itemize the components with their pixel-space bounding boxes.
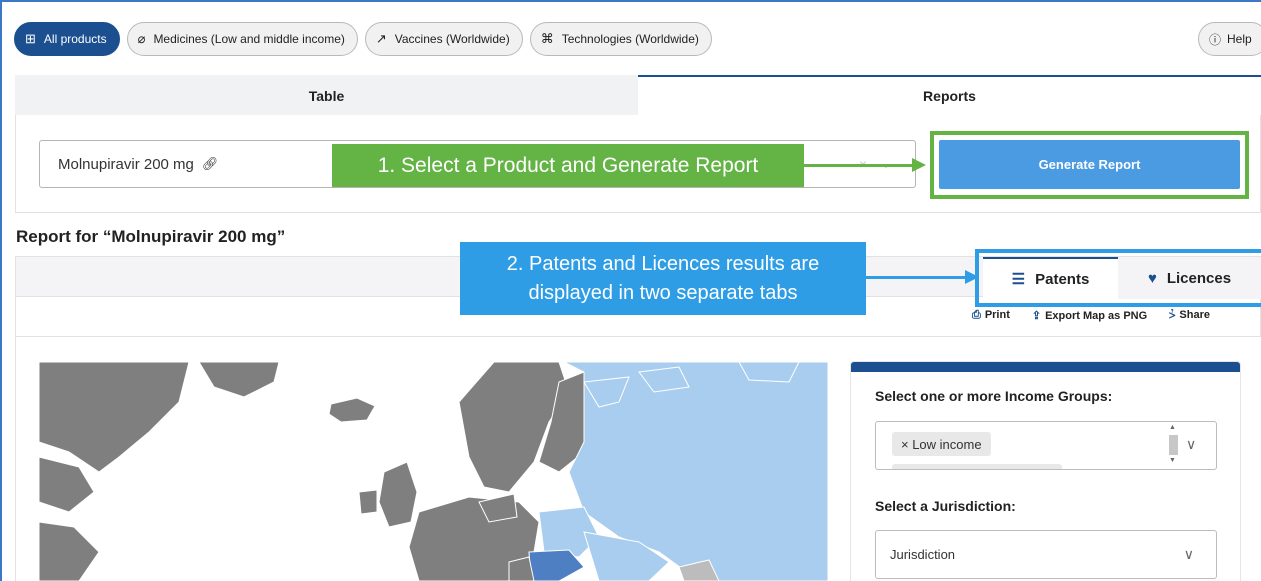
pill-label: Technologies (Worldwide) bbox=[561, 32, 699, 46]
pill-all-products[interactable]: ⊞ All products bbox=[14, 22, 120, 56]
syringe-icon: ↗ bbox=[375, 31, 387, 46]
tab-table[interactable]: Table bbox=[15, 75, 638, 115]
generate-report-button[interactable]: Generate Report bbox=[939, 140, 1240, 189]
chevron-down-icon[interactable]: ∨ bbox=[1184, 546, 1194, 563]
tab-label: Patents bbox=[1035, 270, 1090, 288]
report-title: Report for “Molnupiravir 200 mg” bbox=[16, 227, 286, 246]
category-pill-bar: ⊞ All products ⌀ Medicines (Low and midd… bbox=[14, 22, 712, 56]
help-label: Help bbox=[1227, 32, 1252, 46]
map-region bbox=[508, 556, 535, 581]
handshake-icon: ♥ bbox=[1147, 269, 1157, 287]
help-button[interactable]: ⓘ Help bbox=[1198, 22, 1261, 56]
document-icon: ☰ bbox=[1011, 271, 1026, 288]
technology-icon: ⌘ bbox=[540, 31, 554, 46]
jurisdiction-select[interactable]: Jurisdiction ∨ bbox=[875, 530, 1217, 579]
scrollbar-thumb[interactable] bbox=[1169, 435, 1178, 455]
chevron-down-icon[interactable]: ∨ bbox=[1186, 436, 1196, 453]
pill-vaccines[interactable]: ↗ Vaccines (Worldwide) bbox=[364, 22, 523, 56]
income-chip[interactable]: × Low income bbox=[892, 432, 991, 456]
scroll-up-icon[interactable]: ▲ bbox=[1169, 424, 1176, 431]
medical-box-icon: ⊞ bbox=[25, 31, 36, 46]
report-toolbar: ⎙ Print ⇪ Export Map as PNG ⩼ Share bbox=[972, 309, 1210, 325]
income-groups-label: Select one or more Income Groups: bbox=[875, 388, 1113, 404]
callout-arrow bbox=[866, 276, 968, 279]
pill-medicines[interactable]: ⌀ Medicines (Low and middle income) bbox=[126, 22, 358, 56]
pill-label: Medicines (Low and middle income) bbox=[153, 32, 345, 46]
tab-patents[interactable]: ☰ Patents bbox=[983, 257, 1118, 299]
export-icon: ⇪ bbox=[1031, 310, 1042, 322]
pill-technologies[interactable]: ⌘ Technologies (Worldwide) bbox=[529, 22, 712, 56]
callout-step-2: 2. Patents and Licences results are disp… bbox=[460, 242, 866, 315]
tab-licences[interactable]: ♥ Licences bbox=[1118, 257, 1261, 299]
print-button[interactable]: ⎙ Print bbox=[972, 309, 1010, 325]
pill-label: All products bbox=[43, 32, 107, 46]
main-tabs: Table Reports bbox=[15, 75, 1261, 115]
map-svg bbox=[39, 362, 828, 581]
callout-arrow bbox=[804, 164, 914, 167]
jurisdiction-placeholder: Jurisdiction bbox=[890, 547, 956, 562]
jurisdiction-label: Select a Jurisdiction: bbox=[875, 498, 1016, 514]
world-map[interactable] bbox=[39, 362, 828, 581]
arrow-head-icon bbox=[912, 158, 926, 172]
callout-step-1: 1. Select a Product and Generate Report bbox=[332, 144, 804, 187]
pill-label: Vaccines (Worldwide) bbox=[394, 32, 510, 46]
tab-label: Licences bbox=[1166, 269, 1232, 287]
question-circle-icon: ⓘ bbox=[1209, 32, 1222, 47]
share-icon: ⩼ bbox=[1169, 309, 1176, 321]
callout-line: displayed in two separate tabs bbox=[528, 281, 798, 304]
income-groups-select[interactable]: × Low income ▲ ▼ ∨ bbox=[875, 421, 1217, 470]
link-icon: 🔗︎ bbox=[201, 156, 219, 171]
tab-reports[interactable]: Reports bbox=[638, 75, 1261, 115]
map-region bbox=[738, 362, 800, 383]
share-label: Share bbox=[1179, 309, 1210, 321]
export-label: Export Map as PNG bbox=[1045, 310, 1148, 322]
pill-icon: ⌀ bbox=[137, 31, 146, 46]
product-select-value: Molnupiravir 200 mg bbox=[58, 155, 194, 173]
print-label: Print bbox=[984, 309, 1010, 321]
income-chip[interactable] bbox=[892, 464, 1062, 469]
scrollbar[interactable]: ▲ ▼ bbox=[1166, 424, 1180, 466]
map-region bbox=[358, 489, 378, 515]
callout-line: 2. Patents and Licences results are bbox=[506, 252, 820, 275]
scroll-down-icon[interactable]: ▼ bbox=[1169, 457, 1176, 464]
share-button[interactable]: ⩼ Share bbox=[1169, 309, 1210, 325]
export-map-button[interactable]: ⇪ Export Map as PNG bbox=[1032, 309, 1147, 325]
printer-icon: ⎙ bbox=[972, 309, 981, 321]
